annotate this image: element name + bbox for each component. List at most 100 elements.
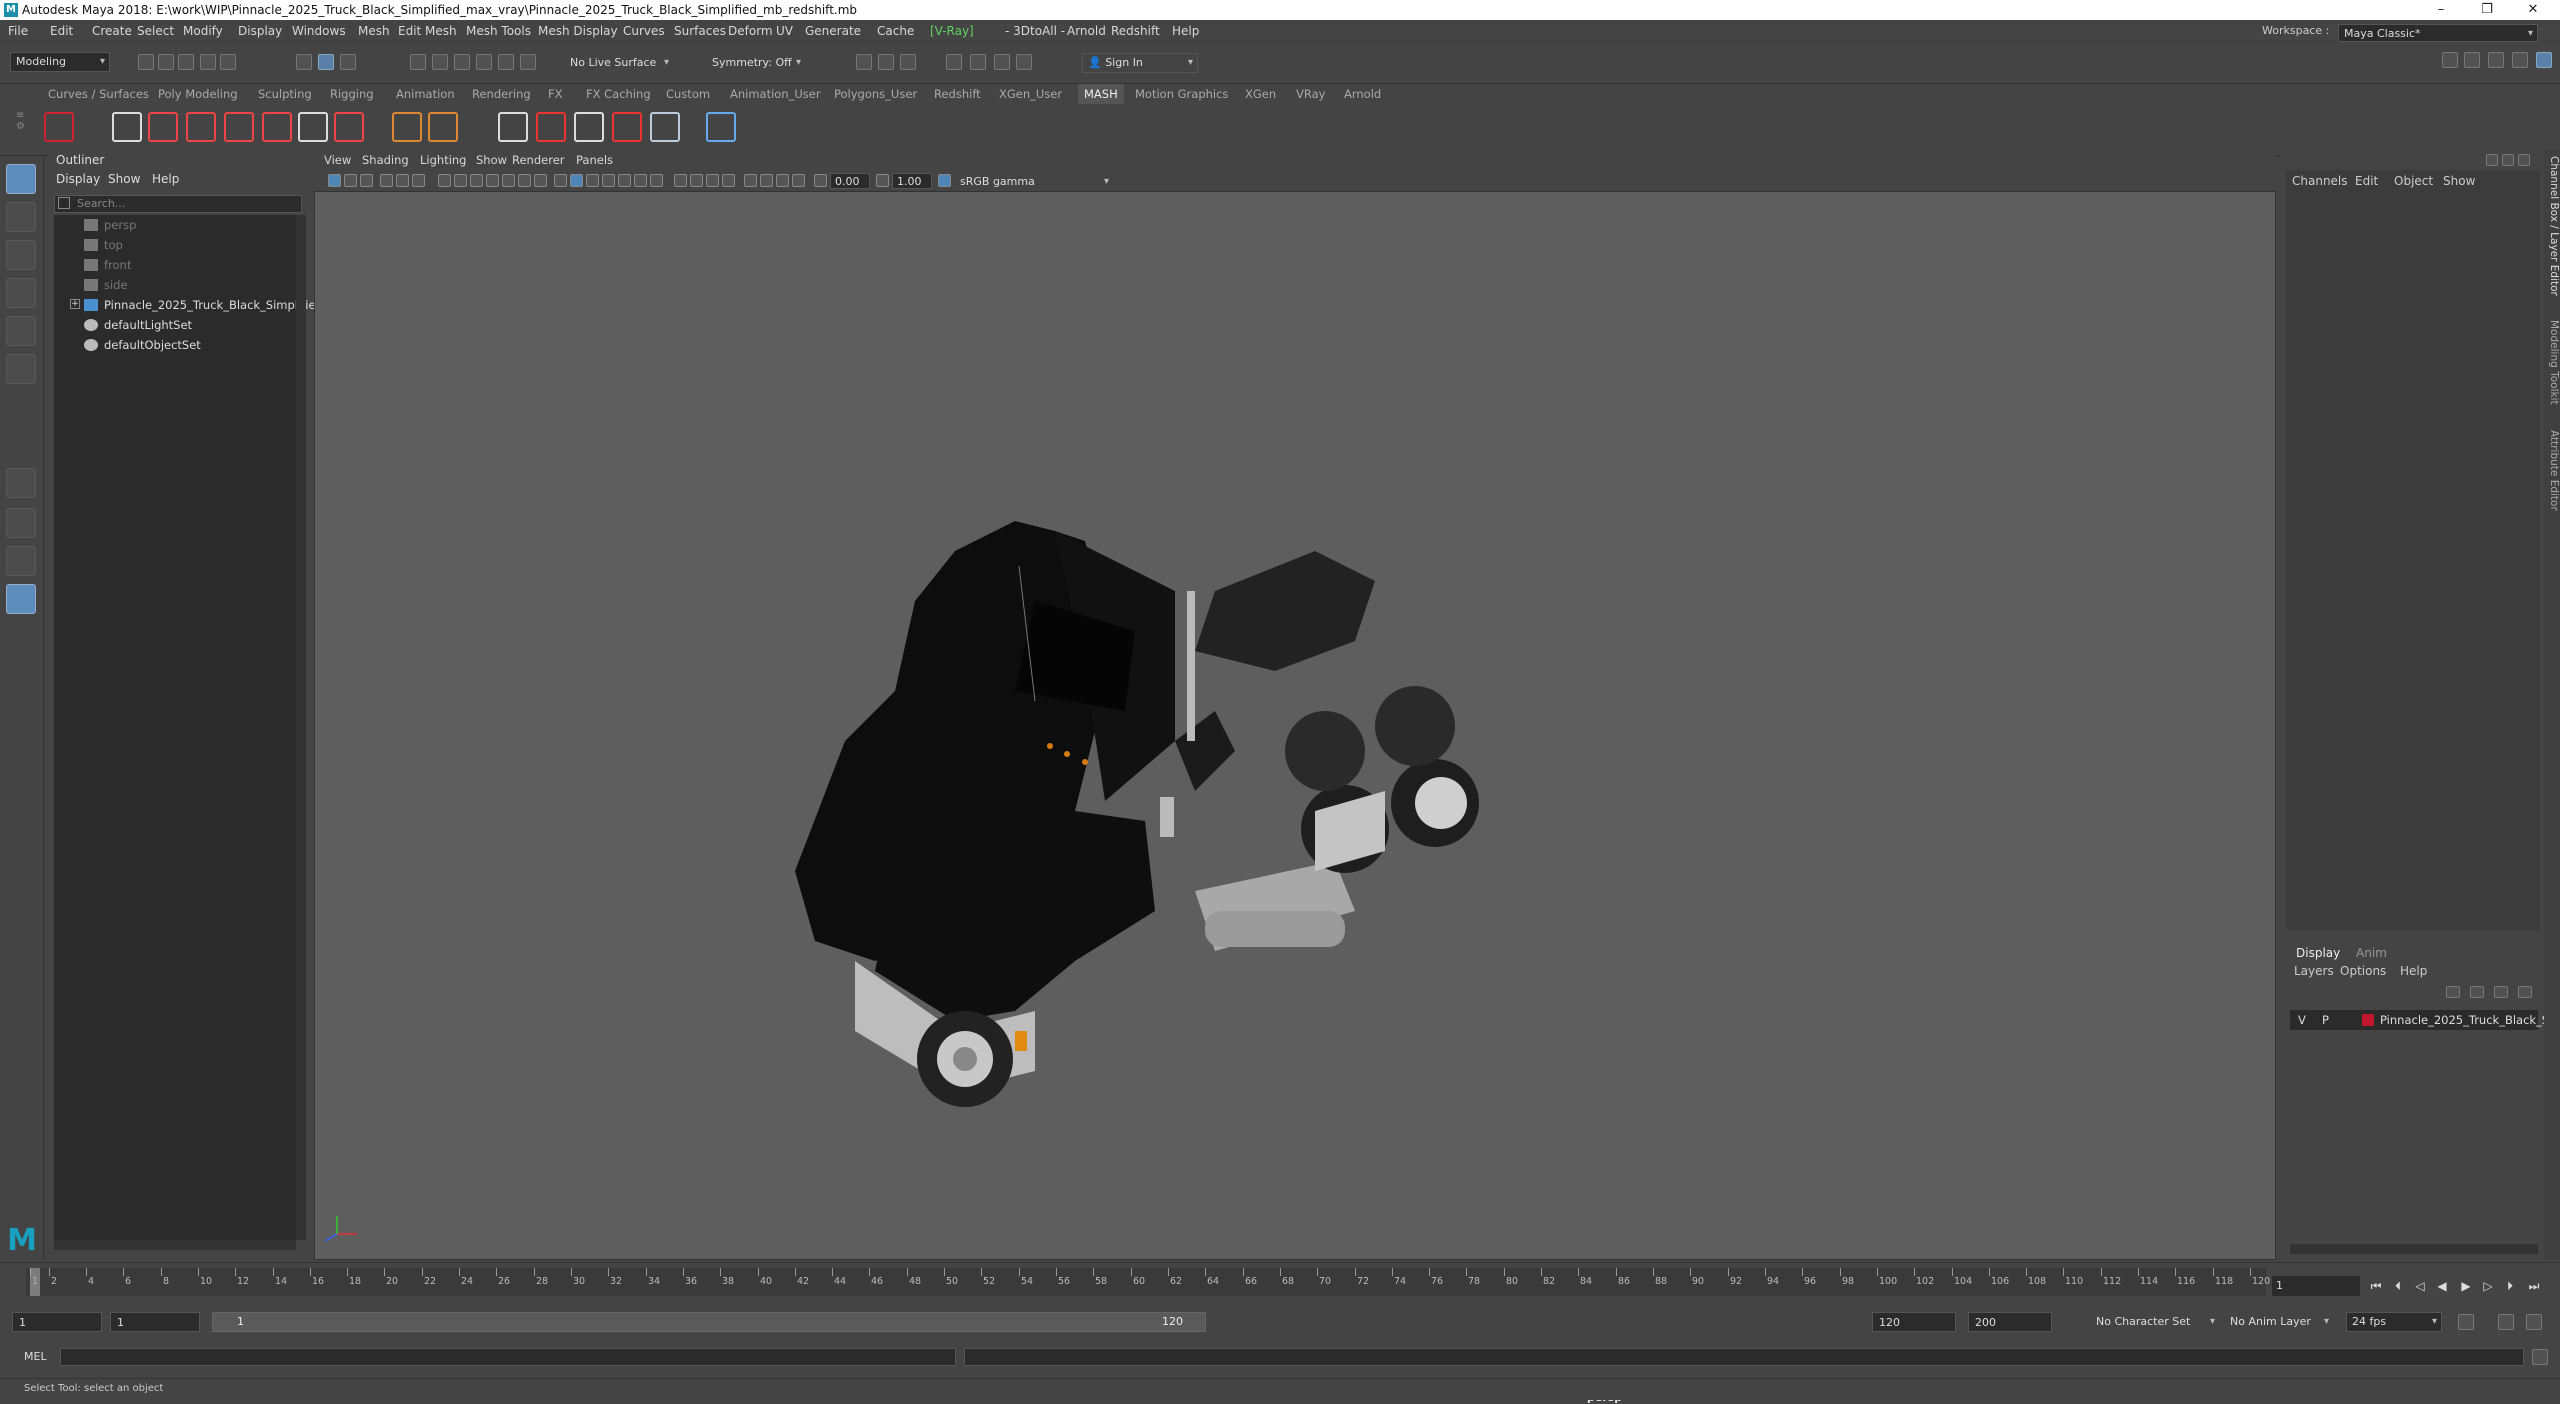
layout-icon-4[interactable]	[2512, 52, 2528, 68]
menu-edit-mesh[interactable]: Edit Mesh	[398, 20, 457, 42]
layout-icon-1[interactable]	[2442, 52, 2458, 68]
mash-grid-icon[interactable]	[298, 112, 328, 142]
mash-world-icon[interactable]	[650, 112, 680, 142]
close-button[interactable]: ✕	[2510, 0, 2556, 20]
svg-tool-icon[interactable]	[428, 112, 458, 142]
select-camera-icon[interactable]	[328, 174, 341, 187]
viewport-menu-lighting[interactable]: Lighting	[420, 150, 466, 170]
exposure-field[interactable]: 0.00	[830, 173, 870, 189]
motion-blur-icon[interactable]	[690, 174, 703, 187]
mash-flight-icon[interactable]	[262, 112, 292, 142]
viewport-menu-renderer[interactable]: Renderer	[512, 150, 565, 170]
snap-surface-icon[interactable]	[498, 54, 514, 70]
film-gate-icon[interactable]	[454, 174, 467, 187]
depth-of-field-icon[interactable]	[722, 174, 735, 187]
shelf-tab-xgen[interactable]: XGen	[1245, 84, 1276, 104]
viewport-menu-view[interactable]: View	[324, 150, 351, 170]
layer-name[interactable]: Pinnacle_2025_Truck_Black_Sim	[2380, 1010, 2560, 1030]
layout-icon-2[interactable]	[2464, 52, 2480, 68]
menu-arnold[interactable]: Arnold	[1067, 20, 1106, 42]
menu-create[interactable]: Create	[92, 20, 132, 42]
menu-cache[interactable]: Cache	[877, 20, 914, 42]
mash-points-icon[interactable]	[334, 112, 364, 142]
wireframe-on-shaded-icon[interactable]	[602, 174, 615, 187]
2d-pan-zoom-icon[interactable]	[396, 174, 409, 187]
shelf-menu-icon[interactable]: ≡ ⚙	[16, 110, 26, 150]
shelf-tab-custom[interactable]: Custom	[666, 84, 710, 104]
mash-sphere-icon[interactable]	[536, 112, 566, 142]
color-space-selector[interactable]: sRGB gamma	[954, 172, 1114, 190]
menu-3dtoall[interactable]: - 3DtoAll -	[1005, 20, 1065, 42]
outliner-search-input[interactable]: Search...	[54, 195, 302, 213]
shelf-tab-arnold[interactable]: Arnold	[1344, 84, 1381, 104]
outliner-item-defaultlightset[interactable]: defaultLightSet	[54, 315, 296, 335]
menu-file[interactable]: File	[8, 20, 28, 42]
single-view-icon[interactable]	[6, 468, 36, 498]
outliner-item-side[interactable]: side	[54, 275, 296, 295]
exposure-icon[interactable]	[814, 174, 827, 187]
layers-menu-help[interactable]: Help	[2400, 962, 2427, 980]
shelf-tab-sculpting[interactable]: Sculpting	[258, 84, 312, 104]
layers-tab-display[interactable]: Display	[2296, 944, 2340, 962]
viewport-menu-panels[interactable]: Panels	[576, 150, 613, 170]
go-to-end-icon[interactable]: ⏭	[2526, 1278, 2542, 1294]
shelf-tab-fx[interactable]: FX	[548, 84, 563, 104]
grid-icon[interactable]	[438, 174, 451, 187]
menu-v-ray[interactable]: [V-Ray]	[930, 20, 974, 42]
xray-joints-icon[interactable]	[792, 174, 805, 187]
paint-select-tool-icon[interactable]	[6, 240, 36, 270]
attribute-toggle-icon[interactable]	[2502, 154, 2514, 166]
layer-color-swatch[interactable]	[2362, 1014, 2374, 1026]
scale-tool-icon[interactable]	[6, 354, 36, 384]
shelf-tab-polygons-user[interactable]: Polygons_User	[834, 84, 917, 104]
mash-curve-icon[interactable]	[186, 112, 216, 142]
step-back-frame-icon[interactable]: ⏴	[2390, 1278, 2406, 1294]
type-tool-icon[interactable]	[392, 112, 422, 142]
menu-edit[interactable]: Edit	[50, 20, 73, 42]
menu-curves[interactable]: Curves	[623, 20, 665, 42]
new-layer-selected-icon[interactable]	[2518, 986, 2532, 998]
mash-python-icon[interactable]	[574, 112, 604, 142]
menu-surfaces[interactable]: Surfaces	[674, 20, 726, 42]
mash-spin-icon[interactable]	[498, 112, 528, 142]
shelf-tab-fx-caching[interactable]: FX Caching	[586, 84, 651, 104]
shelf-tab-vray[interactable]: VRay	[1296, 84, 1325, 104]
menu-mesh[interactable]: Mesh	[358, 20, 390, 42]
shelf-tab-mash[interactable]: MASH	[1078, 84, 1124, 104]
gamma-field[interactable]: 1.00	[892, 173, 932, 189]
xray-icon[interactable]	[760, 174, 773, 187]
sign-in-button[interactable]: 👤 Sign In	[1082, 53, 1198, 73]
render-sequence-icon[interactable]	[878, 54, 894, 70]
anim-layer-selector[interactable]: No Anim Layer	[2224, 1312, 2334, 1332]
undo-icon[interactable]	[200, 54, 216, 70]
snap-vertex-icon[interactable]	[520, 54, 536, 70]
minimize-button[interactable]: –	[2418, 0, 2464, 20]
resolution-gate-icon[interactable]	[470, 174, 483, 187]
menu-mesh-tools[interactable]: Mesh Tools	[466, 20, 531, 42]
outliner-item-pinnacle-2025-truck-black-simplified[interactable]: + Pinnacle_2025_Truck_Black_Simplified	[54, 295, 323, 315]
lasso-tool-icon[interactable]	[6, 202, 36, 232]
mode-selector[interactable]: Modeling	[10, 52, 110, 72]
select-component-icon[interactable]	[340, 54, 356, 70]
symmetry-field[interactable]: Symmetry: Off	[706, 53, 806, 73]
xray-active-icon[interactable]	[776, 174, 789, 187]
new-layer-icon[interactable]	[2494, 986, 2508, 998]
select-tool-icon[interactable]	[6, 164, 36, 194]
menu-windows[interactable]: Windows	[292, 20, 346, 42]
script-editor-icon[interactable]	[2532, 1349, 2548, 1365]
playback-end-field[interactable]: 120	[1872, 1312, 1956, 1332]
channelbox-menu-object[interactable]: Object	[2394, 174, 2433, 188]
safe-title-icon[interactable]	[534, 174, 547, 187]
layers-menu-layers[interactable]: Layers	[2294, 962, 2334, 980]
shelf-tab-animation[interactable]: Animation	[396, 84, 455, 104]
mash-network-icon[interactable]	[44, 112, 74, 142]
shelf-tab-rigging[interactable]: Rigging	[330, 84, 374, 104]
side-tab-channel-box[interactable]: Channel Box / Layer Editor	[2544, 156, 2560, 296]
move-tool-icon[interactable]	[6, 278, 36, 308]
playback-start-field[interactable]: 1	[110, 1312, 200, 1332]
current-time-marker[interactable]	[30, 1268, 40, 1296]
menu-modify[interactable]: Modify	[183, 20, 223, 42]
outliner-item-defaultobjectset[interactable]: defaultObjectSet	[54, 335, 296, 355]
menu-redshift[interactable]: Redshift	[1111, 20, 1160, 42]
mash-drop-icon[interactable]	[224, 112, 254, 142]
